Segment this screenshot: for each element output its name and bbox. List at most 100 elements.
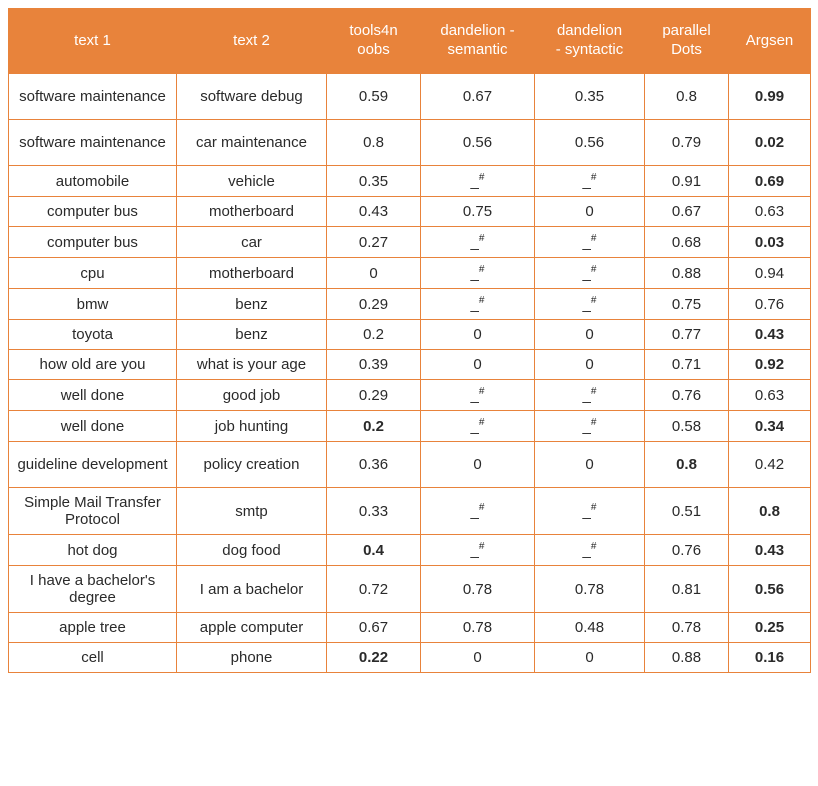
cell-tools4noobs: 0.39 (327, 350, 421, 380)
header-text1: text 1 (9, 9, 177, 74)
cell-dandelion-syntactic: _# (535, 289, 645, 320)
cell-dandelion-syntactic: 0.56 (535, 120, 645, 166)
cell-argsen: 0.34 (729, 411, 811, 442)
cell-dandelion-semantic: 0.75 (421, 197, 535, 227)
cell-dandelion-semantic: _# (421, 380, 535, 411)
cell-text1: computer bus (9, 227, 177, 258)
cell-text2: benz (177, 289, 327, 320)
cell-text1: bmw (9, 289, 177, 320)
cell-dandelion-syntactic: 0.35 (535, 74, 645, 120)
cell-tools4noobs: 0.35 (327, 166, 421, 197)
cell-text1: cpu (9, 258, 177, 289)
table-row: bmwbenz0.29_#_#0.750.76 (9, 289, 811, 320)
header-argsen: Argsen (729, 9, 811, 74)
cell-tools4noobs: 0.27 (327, 227, 421, 258)
table-row: apple treeapple computer0.670.780.480.78… (9, 613, 811, 643)
cell-tools4noobs: 0.67 (327, 613, 421, 643)
cell-dandelion-syntactic: _# (535, 227, 645, 258)
cell-text1: cell (9, 643, 177, 673)
table-row: computer buscar0.27_#_#0.680.03 (9, 227, 811, 258)
cell-argsen: 0.92 (729, 350, 811, 380)
cell-dandelion-semantic: 0.67 (421, 74, 535, 120)
cell-dandelion-syntactic: 0.48 (535, 613, 645, 643)
cell-parallel-dots: 0.68 (645, 227, 729, 258)
cell-dandelion-syntactic: 0 (535, 350, 645, 380)
cell-tools4noobs: 0.43 (327, 197, 421, 227)
cell-text2: good job (177, 380, 327, 411)
cell-text1: how old are you (9, 350, 177, 380)
cell-text2: policy creation (177, 442, 327, 488)
table-row: how old are youwhat is your age0.39000.7… (9, 350, 811, 380)
cell-text2: software debug (177, 74, 327, 120)
cell-text2: apple computer (177, 613, 327, 643)
cell-argsen: 0.8 (729, 488, 811, 535)
cell-tools4noobs: 0.72 (327, 566, 421, 613)
cell-tools4noobs: 0.8 (327, 120, 421, 166)
cell-dandelion-syntactic: 0 (535, 197, 645, 227)
header-dandelion-semantic: dandelion -semantic (421, 9, 535, 74)
cell-text2: smtp (177, 488, 327, 535)
cell-text1: Simple Mail Transfer Protocol (9, 488, 177, 535)
cell-text2: motherboard (177, 258, 327, 289)
cell-text1: computer bus (9, 197, 177, 227)
cell-dandelion-syntactic: 0.78 (535, 566, 645, 613)
header-parallel-dots: parallelDots (645, 9, 729, 74)
cell-dandelion-semantic: _# (421, 166, 535, 197)
cell-dandelion-syntactic: 0 (535, 442, 645, 488)
table-row: computer busmotherboard0.430.7500.670.63 (9, 197, 811, 227)
cell-tools4noobs: 0.2 (327, 411, 421, 442)
cell-tools4noobs: 0.22 (327, 643, 421, 673)
cell-dandelion-semantic: 0.78 (421, 613, 535, 643)
cell-text1: automobile (9, 166, 177, 197)
cell-dandelion-semantic: _# (421, 411, 535, 442)
cell-text1: software maintenance (9, 74, 177, 120)
cell-dandelion-syntactic: _# (535, 411, 645, 442)
cell-argsen: 0.25 (729, 613, 811, 643)
cell-dandelion-syntactic: 0 (535, 643, 645, 673)
cell-argsen: 0.94 (729, 258, 811, 289)
cell-parallel-dots: 0.8 (645, 74, 729, 120)
cell-parallel-dots: 0.71 (645, 350, 729, 380)
cell-argsen: 0.69 (729, 166, 811, 197)
cell-dandelion-syntactic: _# (535, 380, 645, 411)
cell-text2: car maintenance (177, 120, 327, 166)
cell-text2: vehicle (177, 166, 327, 197)
cell-text1: well done (9, 380, 177, 411)
cell-text2: car (177, 227, 327, 258)
cell-argsen: 0.42 (729, 442, 811, 488)
table-row: Simple Mail Transfer Protocolsmtp0.33_#_… (9, 488, 811, 535)
cell-dandelion-syntactic: _# (535, 166, 645, 197)
cell-dandelion-semantic: 0.56 (421, 120, 535, 166)
table-row: well donejob hunting0.2_#_#0.580.34 (9, 411, 811, 442)
cell-dandelion-semantic: _# (421, 227, 535, 258)
cell-parallel-dots: 0.76 (645, 535, 729, 566)
cell-text2: benz (177, 320, 327, 350)
cell-text2: dog food (177, 535, 327, 566)
table-row: software maintenancecar maintenance0.80.… (9, 120, 811, 166)
table-row: hot dogdog food0.4_#_#0.760.43 (9, 535, 811, 566)
cell-dandelion-semantic: 0.78 (421, 566, 535, 613)
cell-parallel-dots: 0.58 (645, 411, 729, 442)
cell-argsen: 0.02 (729, 120, 811, 166)
cell-argsen: 0.63 (729, 197, 811, 227)
cell-dandelion-semantic: 0 (421, 643, 535, 673)
cell-text2: phone (177, 643, 327, 673)
cell-text2: I am a bachelor (177, 566, 327, 613)
cell-tools4noobs: 0.59 (327, 74, 421, 120)
cell-tools4noobs: 0.29 (327, 380, 421, 411)
cell-parallel-dots: 0.76 (645, 380, 729, 411)
cell-parallel-dots: 0.81 (645, 566, 729, 613)
cell-argsen: 0.56 (729, 566, 811, 613)
cell-dandelion-semantic: 0 (421, 320, 535, 350)
table-row: toyotabenz0.2000.770.43 (9, 320, 811, 350)
cell-text1: I have a bachelor's degree (9, 566, 177, 613)
cell-dandelion-semantic: _# (421, 258, 535, 289)
header-text2: text 2 (177, 9, 327, 74)
cell-dandelion-semantic: _# (421, 535, 535, 566)
table-row: well donegood job0.29_#_#0.760.63 (9, 380, 811, 411)
cell-text2: job hunting (177, 411, 327, 442)
table-row: automobilevehicle0.35_#_#0.910.69 (9, 166, 811, 197)
cell-parallel-dots: 0.78 (645, 613, 729, 643)
cell-argsen: 0.43 (729, 535, 811, 566)
cell-tools4noobs: 0.2 (327, 320, 421, 350)
